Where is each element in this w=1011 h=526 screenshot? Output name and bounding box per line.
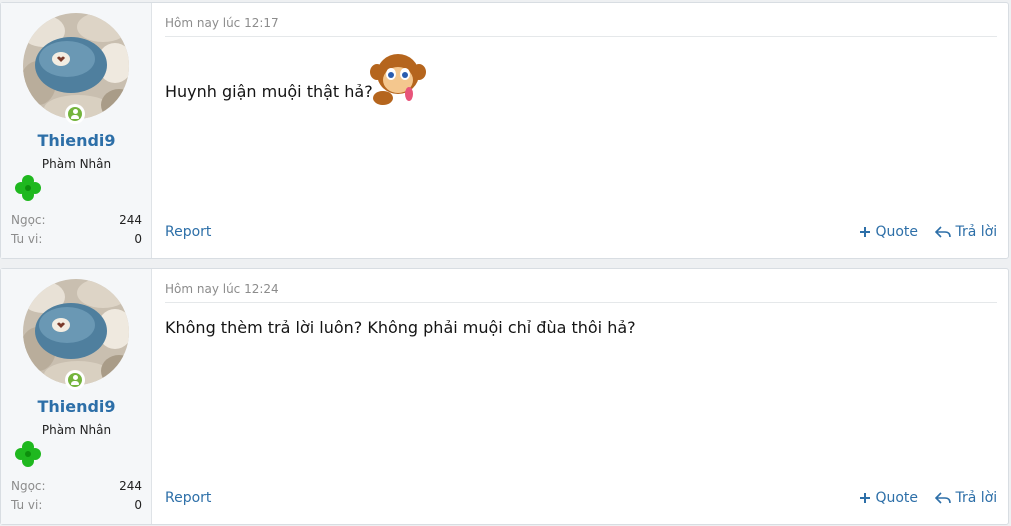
reply-arrow-icon bbox=[935, 226, 951, 238]
post-message: Không thèm trả lời luôn? Không phải muội… bbox=[165, 318, 636, 337]
stat-value: 244 bbox=[119, 213, 142, 227]
reply-arrow-icon bbox=[935, 492, 951, 504]
stat-value: 0 bbox=[134, 232, 142, 246]
quote-button[interactable]: Quote bbox=[859, 490, 918, 506]
user-title: Phàm Nhân bbox=[41, 157, 112, 171]
reply-button[interactable]: Trả lời bbox=[935, 490, 997, 506]
quote-label: Quote bbox=[875, 224, 919, 240]
reply-button[interactable]: Trả lời bbox=[935, 224, 997, 240]
clover-icon bbox=[15, 441, 41, 467]
report-link[interactable]: Report bbox=[165, 224, 211, 240]
stat-label: Ngọc: bbox=[11, 213, 46, 227]
quote-label: Quote bbox=[875, 490, 919, 506]
stat-value: 0 bbox=[134, 498, 142, 512]
plus-icon bbox=[860, 493, 870, 503]
stat-label: Tu vi: bbox=[11, 232, 43, 246]
reply-label: Trả lời bbox=[955, 490, 998, 506]
post: Thiendi9 Phàm Nhân Ngọc: 244 Tu vi: 0 Hô… bbox=[0, 2, 1009, 259]
user-info-column: Thiendi9 Phàm Nhân Ngọc: 244 Tu vi: 0 bbox=[1, 3, 152, 258]
post-message: Huynh giận muội thật hả? bbox=[165, 82, 373, 101]
report-link[interactable]: Report bbox=[165, 490, 211, 506]
stat-value: 244 bbox=[119, 479, 142, 493]
stat-label: Ngọc: bbox=[11, 479, 46, 493]
username[interactable]: Thiendi9 bbox=[1, 397, 152, 416]
user-title: Phàm Nhân bbox=[41, 423, 112, 437]
stat-label: Tu vi: bbox=[11, 498, 43, 512]
reply-label: Trả lời bbox=[955, 224, 998, 240]
online-status-icon bbox=[65, 370, 85, 390]
monkey-emoji-icon bbox=[370, 54, 426, 105]
post-timestamp[interactable]: Hôm nay lúc 12:24 bbox=[165, 282, 279, 296]
plus-icon bbox=[860, 227, 870, 237]
post-timestamp[interactable]: Hôm nay lúc 12:17 bbox=[165, 16, 279, 30]
quote-button[interactable]: Quote bbox=[859, 224, 918, 240]
divider bbox=[165, 36, 997, 37]
user-info-column: Thiendi9 Phàm Nhân Ngọc: 244 Tu vi: 0 bbox=[1, 269, 152, 524]
username[interactable]: Thiendi9 bbox=[1, 131, 152, 150]
post: Thiendi9 Phàm Nhân Ngọc: 244 Tu vi: 0 Hô… bbox=[0, 268, 1009, 525]
clover-icon bbox=[15, 175, 41, 201]
divider bbox=[165, 302, 997, 303]
online-status-icon bbox=[65, 104, 85, 124]
